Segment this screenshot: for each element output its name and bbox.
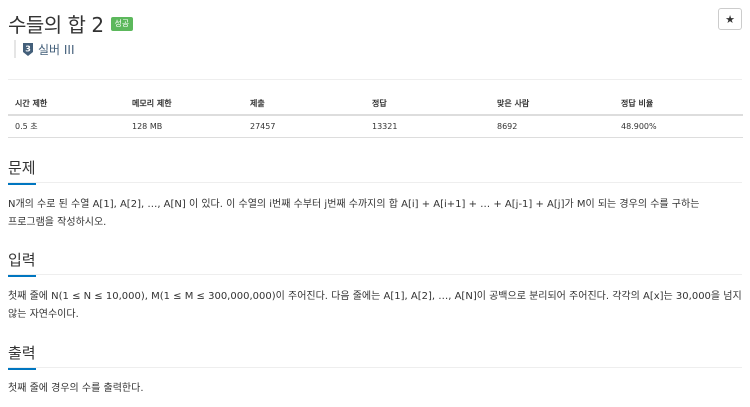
star-icon: ★ <box>725 12 735 26</box>
cell-solvers: 8692 <box>490 115 614 138</box>
cell-memory-limit: 128 MB <box>125 115 243 138</box>
section-title-problem: 문제 <box>8 157 36 185</box>
problem-header: 수들의 합 2 성공 <box>8 8 134 38</box>
tier-label: 실버 III <box>38 42 75 57</box>
cell-accepted: 13321 <box>365 115 490 138</box>
section-title-input: 입력 <box>8 249 36 277</box>
col-header-solvers: 맞은 사람 <box>490 93 614 116</box>
section-divider <box>8 182 742 183</box>
section-divider <box>8 274 742 275</box>
table-header-row: 시간 제한 메모리 제한 제출 정답 맞은 사람 정답 비율 <box>8 93 743 116</box>
input-description: 첫째 줄에 N(1 ≤ N ≤ 10,000), M(1 ≤ M ≤ 300,0… <box>8 291 742 320</box>
problem-info-table: 시간 제한 메모리 제한 제출 정답 맞은 사람 정답 비율 0.5 초 128… <box>8 93 743 138</box>
tier-info: 3 실버 III <box>14 40 75 58</box>
section-title-output: 출력 <box>8 342 36 370</box>
problem-description: N개의 수로 된 수열 A[1], A[2], …, A[N] 이 있다. 이 … <box>8 199 700 228</box>
status-badge: 성공 <box>110 17 134 31</box>
divider <box>8 79 742 80</box>
col-header-memory-limit: 메모리 제한 <box>125 93 243 116</box>
tier-badge-icon: 3 <box>23 42 33 56</box>
section-divider <box>8 367 742 368</box>
col-header-accepted: 정답 <box>365 93 490 116</box>
table-row: 0.5 초 128 MB 27457 13321 8692 48.900% <box>8 115 743 138</box>
col-header-ratio: 정답 비율 <box>614 93 743 116</box>
cell-ratio: 48.900% <box>614 115 743 138</box>
col-header-submissions: 제출 <box>243 93 365 116</box>
favorite-button[interactable]: ★ <box>718 8 742 30</box>
svg-text:3: 3 <box>25 44 31 53</box>
cell-submissions: 27457 <box>243 115 365 138</box>
col-header-time-limit: 시간 제한 <box>8 93 125 116</box>
cell-time-limit: 0.5 초 <box>8 115 125 138</box>
problem-title: 수들의 합 2 <box>8 12 104 37</box>
output-description: 첫째 줄에 경우의 수를 출력한다. <box>8 383 144 394</box>
